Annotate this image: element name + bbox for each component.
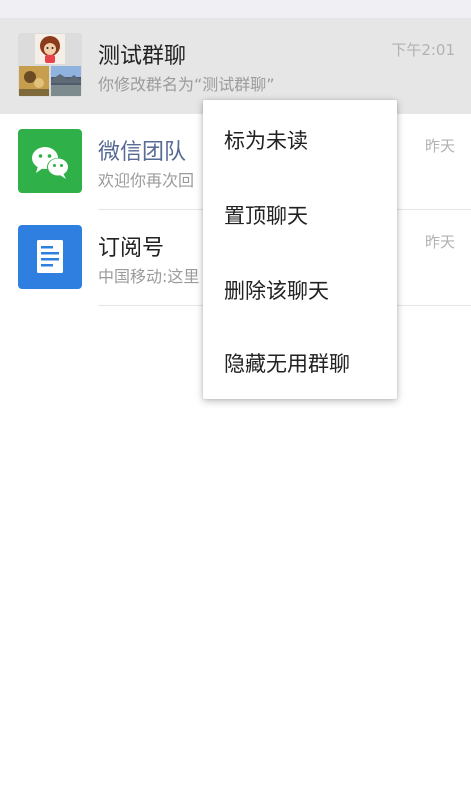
chat-preview: 中国移动:这里 — [98, 267, 200, 286]
subscription-icon — [18, 225, 82, 289]
chat-name: 订阅号 — [98, 236, 165, 261]
screen: 测试群聊 你修改群名为“测试群聊” 下午2:01 微信团队 欢迎你再次回 昨天 … — [0, 0, 471, 808]
group-avatar-icon — [18, 33, 82, 97]
chat-time: 下午2:01 — [391, 41, 455, 59]
context-menu: 标为未读 置顶聊天 删除该聊天 隐藏无用群聊 — [203, 100, 397, 399]
chat-name: 微信团队 — [98, 140, 187, 165]
top-strip — [0, 0, 471, 18]
wechat-team-icon — [18, 129, 82, 193]
menu-item-hide-unused-groups[interactable]: 隐藏无用群聊 — [203, 325, 397, 400]
chat-preview: 你修改群名为“测试群聊” — [98, 75, 275, 94]
chat-preview: 欢迎你再次回 — [98, 171, 195, 190]
wechat-logo-graphic — [18, 129, 82, 193]
chat-name: 测试群聊 — [98, 44, 187, 69]
chat-time: 昨天 — [424, 137, 455, 155]
menu-item-mark-unread[interactable]: 标为未读 — [203, 102, 397, 177]
menu-item-delete-chat[interactable]: 删除该聊天 — [203, 252, 397, 327]
chat-time: 昨天 — [424, 233, 455, 251]
subscription-logo-graphic — [18, 225, 82, 289]
group-avatar-graphic — [18, 33, 82, 97]
menu-item-pin-chat[interactable]: 置顶聊天 — [203, 177, 397, 252]
